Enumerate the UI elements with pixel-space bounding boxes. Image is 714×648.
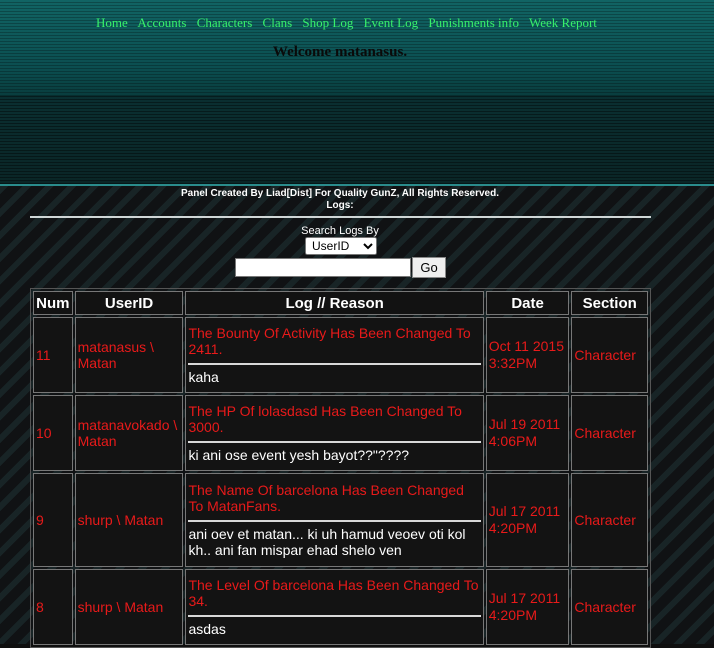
cell-user: matanasus \ Matan (74, 317, 184, 393)
cell-date: Jul 19 2011 4:06PM (485, 395, 570, 471)
header-section: Section (571, 291, 648, 315)
cell-log-reason: The HP Of lolasdasd Has Been Changed To … (185, 395, 484, 471)
cell-date: Oct 11 2015 3:32PM (485, 317, 570, 393)
table-row: 9 shurp \ Matan The Name Of barcelona Ha… (33, 473, 648, 567)
table-row: 8 shurp \ Matan The Level Of barcelona H… (33, 569, 648, 645)
header-bottom-band (0, 96, 714, 184)
cell-date: Jul 17 2011 4:20PM (485, 473, 570, 567)
cell-user: shurp \ Matan (74, 569, 184, 645)
cell-user: shurp \ Matan (74, 473, 184, 567)
search-label: Search Logs By (301, 225, 379, 237)
reason-text: kaha (188, 369, 219, 385)
nav-home[interactable]: Home (96, 15, 128, 30)
log-text: The Bounty Of Activity Has Been Changed … (188, 325, 471, 357)
reason-text: asdas (188, 621, 226, 637)
search-by-select[interactable]: UserID (305, 237, 377, 255)
log-text: The HP Of lolasdasd Has Been Changed To … (188, 403, 462, 435)
credits-line: Panel Created By Liad[Dist] For Quality … (180, 188, 500, 199)
log-text: The Level Of barcelona Has Been Changed … (188, 577, 479, 609)
cell-user: matanavokado \ Matan (74, 395, 184, 471)
cell-num: 10 (33, 395, 73, 471)
divider-line (30, 216, 651, 218)
nav-shop-log[interactable]: Shop Log (302, 15, 353, 30)
cell-date: Jul 17 2011 4:20PM (485, 569, 570, 645)
logs-label: Logs: (326, 200, 354, 211)
go-button[interactable]: Go (412, 257, 446, 278)
nav-punishments-info[interactable]: Punishments info (428, 15, 519, 30)
nav-clans[interactable]: Clans (263, 15, 293, 30)
header-num: Num (33, 291, 73, 315)
cell-log-reason: The Name Of barcelona Has Been Changed T… (185, 473, 484, 567)
cell-section: Character (571, 473, 648, 567)
log-text: The Name Of barcelona Has Been Changed T… (188, 482, 464, 514)
search-input[interactable] (235, 258, 411, 277)
cell-divider (188, 520, 481, 522)
top-nav: Home Accounts Characters Clans Shop Log … (96, 15, 604, 31)
cell-section: Character (571, 569, 648, 645)
table-row: 10 matanavokado \ Matan The HP Of lolasd… (33, 395, 648, 471)
cell-divider (188, 615, 481, 617)
nav-event-log[interactable]: Event Log (364, 15, 419, 30)
reason-text: ki ani ose event yesh bayot??"???? (188, 447, 410, 463)
logs-table: Num UserID Log // Reason Date Section 11… (30, 288, 651, 648)
header-log-reason: Log // Reason (185, 291, 484, 315)
nav-accounts[interactable]: Accounts (137, 15, 186, 30)
welcome-message: Welcome matanasus. (272, 44, 408, 60)
nav-characters[interactable]: Characters (197, 15, 253, 30)
table-row: 11 matanasus \ Matan The Bounty Of Activ… (33, 317, 648, 393)
header-userid: UserID (74, 291, 184, 315)
cell-divider (188, 363, 481, 365)
credits-text: Panel Created By Liad[Dist] For Quality … (0, 188, 680, 212)
cell-log-reason: The Bounty Of Activity Has Been Changed … (185, 317, 484, 393)
cell-divider (188, 441, 481, 443)
cell-num: 11 (33, 317, 73, 393)
header-date: Date (485, 291, 570, 315)
table-header-row: Num UserID Log // Reason Date Section (33, 291, 648, 315)
cell-section: Character (571, 395, 648, 471)
nav-week-report[interactable]: Week Report (529, 15, 597, 30)
reason-text: ani oev et matan... ki uh hamud veoev ot… (188, 526, 466, 558)
cell-num: 8 (33, 569, 73, 645)
cell-log-reason: The Level Of barcelona Has Been Changed … (185, 569, 484, 645)
cell-section: Character (571, 317, 648, 393)
cell-num: 9 (33, 473, 73, 567)
